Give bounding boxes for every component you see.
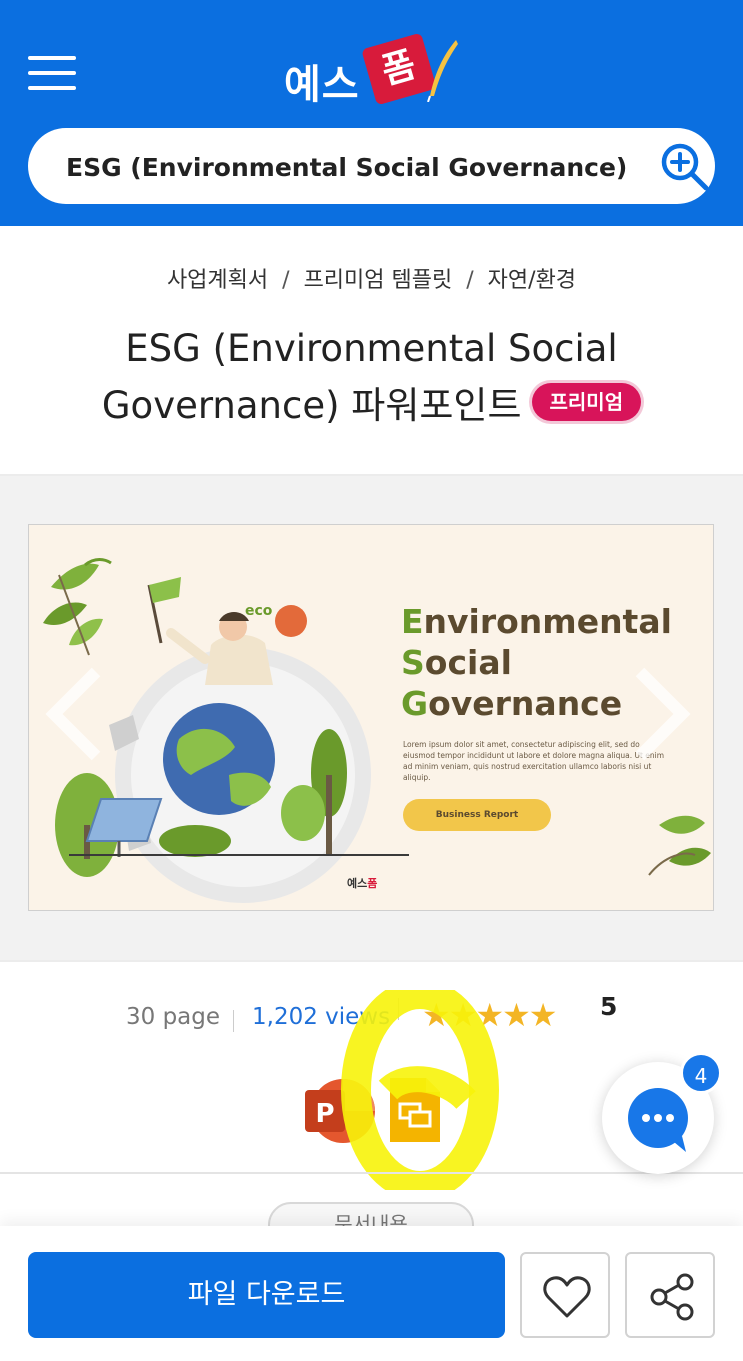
search-zoom-icon[interactable]: [658, 140, 712, 194]
google-slides-icon[interactable]: [386, 1076, 442, 1146]
svg-text:P: P: [315, 1099, 334, 1129]
breadcrumb-item-business-plan[interactable]: 사업계획서: [167, 268, 268, 293]
divider: [0, 960, 743, 962]
share-icon: [650, 1273, 694, 1321]
preview-gallery: eco Environmental Social Governance Lore…: [0, 476, 743, 960]
top-header: 예스 폼: [0, 0, 743, 226]
breadcrumb-item-nature-environment[interactable]: 자연/환경: [488, 268, 576, 293]
breadcrumb: 사업계획서 / 프리미엄 템플릿 / 자연/환경: [0, 262, 743, 294]
product-stats: 30 page 1,202 views ★★★★★ 5: [0, 990, 743, 1050]
stat-separator: [398, 998, 399, 1020]
chevron-right-icon[interactable]: [626, 664, 696, 764]
slide-footer-logo: 예스폼: [347, 877, 378, 890]
search-bar: [28, 128, 715, 204]
page-count: 30 page: [126, 1004, 221, 1030]
breadcrumb-separator: /: [282, 268, 290, 293]
preview-slide-image[interactable]: eco Environmental Social Governance Lore…: [28, 524, 714, 911]
product-title-block: ESG (Environmental Social Governance) 파워…: [60, 320, 683, 434]
hamburger-menu-icon[interactable]: [28, 52, 76, 92]
quill-icon: [427, 40, 458, 102]
search-input[interactable]: [66, 142, 632, 190]
site-logo[interactable]: 예스 폼: [282, 32, 462, 108]
logo-text: 예스: [284, 62, 360, 108]
heart-icon: [543, 1276, 591, 1318]
bottom-action-bar: 파일 다운로드: [0, 1226, 743, 1361]
star-rating-icons: ★★★★★: [422, 996, 557, 1034]
share-button[interactable]: [625, 1252, 715, 1338]
slide-business-report-pill: Business Report: [403, 799, 551, 831]
svg-text:eco: eco: [245, 603, 273, 619]
rating-value: 5: [600, 992, 618, 1021]
premium-badge: 프리미엄: [531, 382, 642, 421]
chat-unread-badge: 4: [680, 1052, 722, 1094]
menu-line: [28, 71, 76, 75]
menu-line: [28, 86, 76, 90]
stat-separator: [233, 1010, 234, 1032]
menu-line: [28, 56, 76, 60]
breadcrumb-item-premium-template[interactable]: 프리미엄 템플릿: [304, 268, 453, 293]
like-button[interactable]: [520, 1252, 610, 1338]
powerpoint-icon[interactable]: P: [303, 1076, 377, 1146]
chevron-left-icon[interactable]: [40, 664, 110, 764]
breadcrumb-separator: /: [466, 268, 474, 293]
file-download-button[interactable]: 파일 다운로드: [28, 1252, 505, 1338]
slide-heading-line: Environmental: [401, 602, 672, 641]
view-count: 1,202 views: [252, 1004, 391, 1030]
